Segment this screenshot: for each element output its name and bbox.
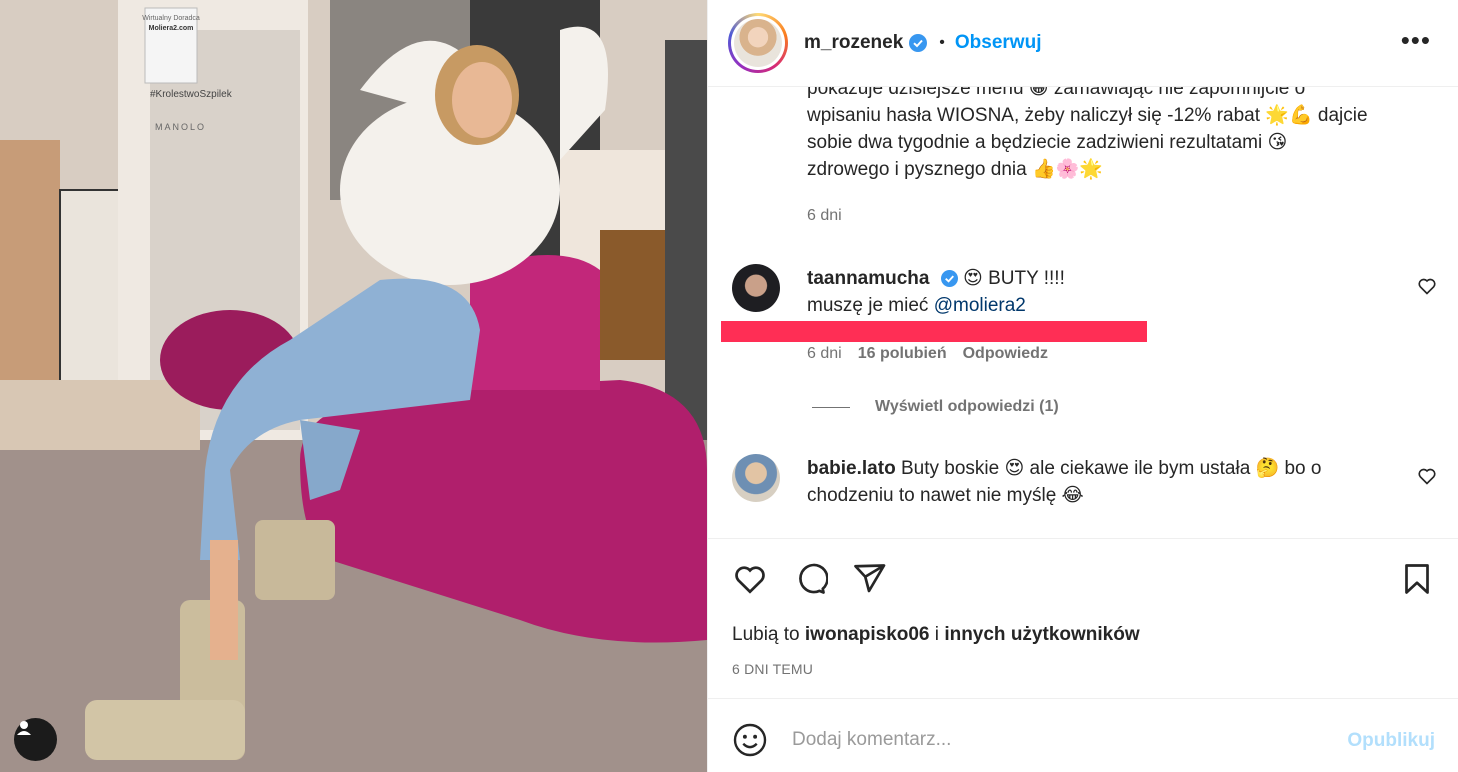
heart-icon[interactable] [732, 561, 768, 597]
comment-icon[interactable] [792, 561, 828, 597]
comments-scroll-area[interactable]: pokazuje dzisiejsze menu 😁 zamawiając ni… [708, 86, 1458, 538]
post-side-panel: m_rozenek • Obserwuj ••• pokazuje dzisie… [707, 0, 1458, 772]
comment-input[interactable] [792, 721, 1312, 759]
brand-text: MANOLO [155, 122, 206, 132]
poster-text-1: Wirtualny Doradca [142, 15, 200, 22]
likes-prefix: Lubią to [732, 624, 800, 645]
more-horizontal-icon[interactable]: ••• [1401, 27, 1431, 53]
comment-username[interactable]: taannamucha [807, 268, 929, 289]
post-header: m_rozenek • Obserwuj ••• [708, 0, 1458, 86]
poster-text-2: Moliera2.com [149, 25, 194, 32]
comment-avatar[interactable] [732, 454, 780, 502]
view-replies-label: Wyświetl odpowiedzi (1) [875, 398, 1059, 415]
user-tag-icon[interactable] [14, 718, 57, 761]
publish-button[interactable]: Opublikuj [1347, 730, 1435, 752]
comment-username[interactable]: babie.lato [807, 458, 896, 479]
add-comment-bar: Opublikuj [708, 698, 1458, 772]
smiley-icon[interactable] [732, 722, 768, 758]
caption-line: pokazuje dzisiejsze menu 😁 zamawiając ni… [807, 86, 1306, 99]
caption-line: zdrowego i pysznego dnia 👍🌸🌟 [807, 159, 1103, 180]
follow-button[interactable]: Obserwuj [955, 32, 1042, 54]
likes-summary: Lubią to iwonapisko06 i innych użytkowni… [732, 624, 1140, 646]
liker-username[interactable]: iwonapisko06 [805, 624, 930, 645]
likes-others-link[interactable]: innych użytkowników [944, 624, 1139, 645]
post-photo[interactable]: Wirtualny Doradca Moliera2.com #Krolestw… [0, 0, 707, 772]
post-timestamp[interactable]: 6 DNI TEMU [732, 661, 813, 677]
comment-likes[interactable]: 16 polubień [858, 345, 947, 362]
send-icon[interactable] [851, 561, 887, 597]
mention-link[interactable]: @moliera2 [934, 295, 1026, 316]
view-replies-button[interactable]: Wyświetl odpowiedzi (1) [812, 398, 1059, 416]
post-caption: pokazuje dzisiejsze menu 😁 zamawiając ni… [807, 86, 1427, 183]
photo-illustration: Wirtualny Doradca Moliera2.com #Krolestw… [0, 0, 707, 772]
bookmark-icon[interactable] [1399, 561, 1435, 597]
likes-joiner: i [934, 624, 940, 645]
comment-body: taannamucha 😍 BUTY !!!! muszę je mieć @m… [807, 265, 1397, 319]
verified-badge-icon [909, 34, 928, 52]
comment-meta: 6 dni 16 polubień Odpowiedz [807, 345, 1048, 363]
caption-age[interactable]: 6 dni [807, 207, 842, 225]
comment-age[interactable]: 6 dni [807, 345, 842, 362]
comment-text: Buty boskie 😍 ale ciekawe ile bym ustała… [900, 458, 1322, 479]
comment-avatar[interactable] [732, 264, 780, 312]
author-avatar[interactable] [728, 13, 788, 73]
comment-like-heart-icon[interactable] [1417, 276, 1437, 296]
caption-line: sobie dwa tygodnie a będziecie zadziwien… [807, 132, 1288, 153]
comment-text: 😍 BUTY !!!! [963, 268, 1065, 289]
verified-badge-icon [940, 270, 958, 287]
comment-body: babie.lato Buty boskie 😍 ale ciekawe ile… [807, 455, 1397, 509]
comment-text: muszę je mieć [807, 295, 929, 316]
separator-dot: • [939, 34, 945, 51]
post-actions: Lubią to iwonapisko06 i innych użytkowni… [708, 538, 1458, 698]
comment-text: chodzeniu to nawet nie myślę 😂 [807, 485, 1084, 506]
caption-line: wpisaniu hasła WIOSNA, żeby naliczył się… [807, 105, 1368, 126]
highlight-bar [721, 321, 1147, 342]
reply-button[interactable]: Odpowiedz [963, 345, 1048, 362]
hashtag-text: #KrolestwoSzpilek [150, 89, 233, 100]
author-username[interactable]: m_rozenek [804, 32, 903, 54]
comment-like-heart-icon[interactable] [1417, 466, 1437, 486]
replies-divider [812, 406, 850, 408]
